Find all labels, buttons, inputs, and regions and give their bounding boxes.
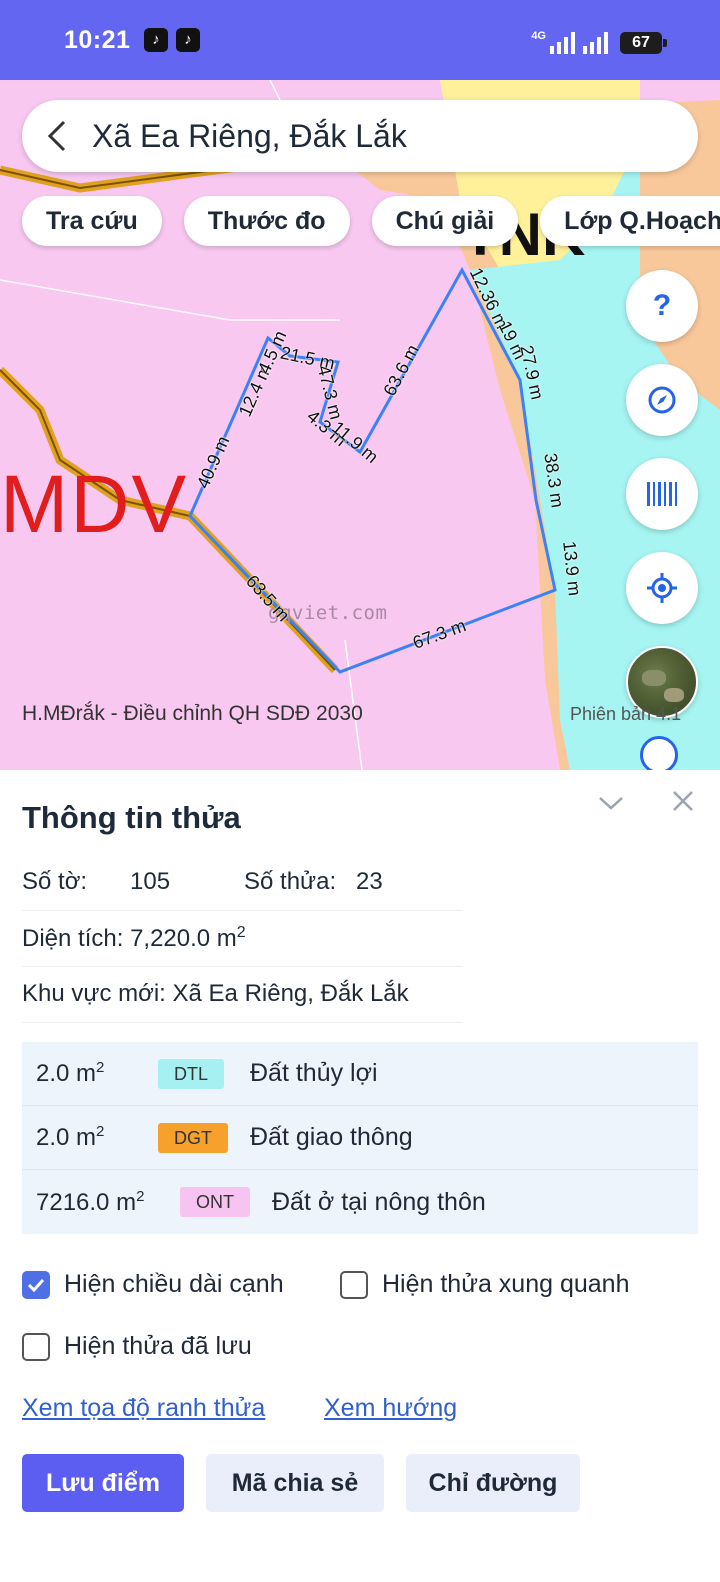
chip-measure[interactable]: Thước đo <box>183 196 350 246</box>
status-indicators: 4G 67 <box>531 26 667 54</box>
tiktok-icon: ♪ <box>144 28 168 52</box>
area-row: Diện tích: 7,220.0 m2 <box>22 924 246 953</box>
barcode-icon <box>647 482 677 506</box>
chip-planning-layer[interactable]: Lớp Q.Hoạch <box>540 196 720 246</box>
land-use-code-badge: ONT <box>180 1187 250 1217</box>
search-location-title: Xã Ea Riêng, Đắk Lắk <box>92 117 407 154</box>
signal-icon <box>583 32 608 54</box>
map-canvas <box>0 80 720 770</box>
land-use-name: Đất ở tại nông thôn <box>272 1187 486 1216</box>
help-icon: ? <box>652 289 672 322</box>
area-unit-sup: 2 <box>236 924 246 941</box>
checkbox-label: Hiện thửa xung quanh <box>382 1270 630 1298</box>
show-neighbor-parcels-checkbox[interactable]: Hiện thửa xung quanh <box>340 1270 629 1299</box>
map-view[interactable]: MDV TNK gqviet.com 40.9 m 12.4 m 4.5 m 2… <box>0 80 720 770</box>
sheet-value: 105 <box>130 868 171 895</box>
sheet-label: Số tờ: <box>22 868 88 895</box>
battery-icon: 67 <box>620 32 667 54</box>
status-bar: 10:21 ♪ ♪ 4G 67 <box>0 0 720 80</box>
zone-label-mdv: MDV <box>0 459 189 550</box>
land-use-code-badge: DTL <box>158 1058 225 1089</box>
compass-icon <box>648 386 676 414</box>
chip-lookup[interactable]: Tra cứu <box>22 196 162 246</box>
show-edge-lengths-checkbox[interactable]: Hiện chiều dài cạnh <box>22 1270 284 1299</box>
chevron-down-icon[interactable] <box>596 788 626 818</box>
back-button[interactable] <box>22 100 92 172</box>
region-value: Xã Ea Riêng, Đắk Lắk <box>172 980 409 1007</box>
status-time: 10:21 <box>64 26 131 54</box>
region-row: Khu vực mới: Xã Ea Riêng, Đắk Lắk <box>22 980 409 1008</box>
sheet-row: Số tờ: 105 Số thửa: 23 <box>22 868 383 896</box>
locate-button[interactable] <box>626 552 698 624</box>
parcel-info-panel: Thông tin thửa Số tờ: 105 Số thửa: 23 Di… <box>0 770 720 1582</box>
parcel-value: 23 <box>356 868 383 895</box>
land-use-row: 2.0 m2 DTL Đất thủy lợi <box>22 1042 698 1106</box>
land-use-area: 7216.0 m2 <box>36 1187 145 1216</box>
signal-icon <box>550 32 575 54</box>
view-boundary-coordinates-link[interactable]: Xem tọa độ ranh thửa <box>22 1394 265 1423</box>
parcel-label: Số thửa: <box>244 868 337 895</box>
checkbox-icon[interactable] <box>340 1270 368 1299</box>
checkbox-label: Hiện chiều dài cạnh <box>64 1270 284 1298</box>
app-version: Phiên bản 4.1 <box>570 704 682 724</box>
map-chip-row: Tra cứu Thước đo Chú giải Lớp Q.Hoạch <box>22 196 720 246</box>
chip-legend[interactable]: Chú giải <box>371 196 519 246</box>
chevron-left-icon <box>47 120 66 152</box>
region-label: Khu vực mới: <box>22 980 166 1007</box>
tiktok-icon: ♪ <box>176 28 200 52</box>
map-caption: H.MĐrắk - Điều chỉnh QH SDĐ 2030 <box>22 702 363 725</box>
checkbox-label: Hiện thửa đã lưu <box>64 1332 252 1360</box>
land-use-name: Đất giao thông <box>250 1123 413 1151</box>
area-value: 7,220.0 m <box>130 925 237 952</box>
land-use-code-badge: DGT <box>158 1122 228 1153</box>
land-use-area: 2.0 m2 <box>36 1059 105 1087</box>
land-use-area: 2.0 m2 <box>36 1123 105 1151</box>
land-use-name: Đất thủy lợi <box>250 1059 378 1087</box>
area-label: Diện tích: <box>22 925 124 952</box>
network-type: 4G <box>531 30 546 42</box>
land-use-row: 2.0 m2 DGT Đất giao thông <box>22 1106 698 1170</box>
show-saved-parcels-checkbox[interactable]: Hiện thửa đã lưu <box>22 1332 252 1361</box>
land-use-table: 2.0 m2 DTL Đất thủy lợi 2.0 m2 DGT Đất g… <box>22 1042 698 1234</box>
compass-button[interactable] <box>626 364 698 436</box>
locate-icon <box>647 573 677 603</box>
help-button[interactable]: ? <box>626 270 698 342</box>
layer-toggle-button[interactable] <box>640 736 678 770</box>
checkbox-checked-icon[interactable] <box>22 1270 50 1299</box>
directions-button[interactable]: Chỉ đường <box>406 1454 580 1512</box>
view-direction-link[interactable]: Xem hướng <box>324 1394 457 1423</box>
save-point-button[interactable]: Lưu điểm <box>22 1454 184 1512</box>
land-use-row: 7216.0 m2 ONT Đất ở tại nông thôn <box>22 1170 698 1234</box>
search-bar[interactable]: Xã Ea Riêng, Đắk Lắk <box>22 100 698 172</box>
panel-title: Thông tin thửa <box>22 800 241 835</box>
checkbox-icon[interactable] <box>22 1332 50 1361</box>
close-icon[interactable] <box>668 786 698 816</box>
barcode-button[interactable] <box>626 458 698 530</box>
share-code-button[interactable]: Mã chia sẻ <box>206 1454 384 1512</box>
